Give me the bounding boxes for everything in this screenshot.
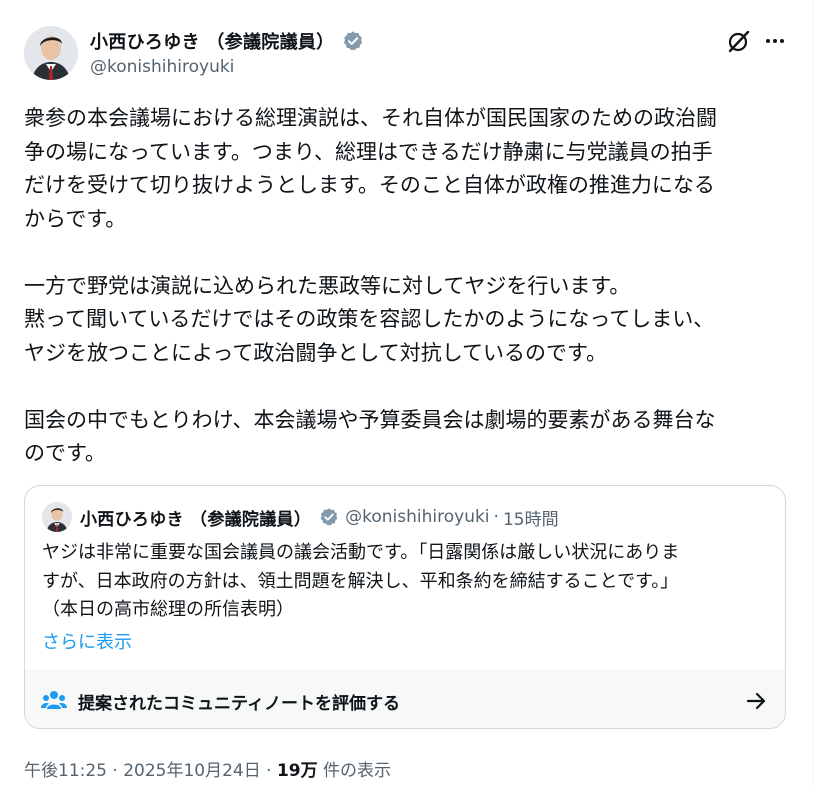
quoted-author-handle: @konishihiroyuki bbox=[345, 507, 490, 527]
quoted-post-time[interactable]: 15時間 bbox=[503, 505, 559, 530]
quoted-separator: · bbox=[493, 507, 499, 527]
post-date[interactable]: 2025年10月24日 bbox=[123, 761, 261, 781]
quoted-author-avatar-image bbox=[42, 502, 72, 532]
grok-button[interactable] bbox=[726, 28, 752, 54]
author-display-name[interactable]: 小西ひろゆき （参議院議員） bbox=[90, 28, 334, 54]
post-paragraph-3: 国会の中でもとりわけ、本会議場や予算委員会は劇場的要素がある舞台な のです。 bbox=[24, 407, 716, 466]
quoted-author-avatar bbox=[42, 502, 72, 532]
community-note-button[interactable]: 提案されたコミュニティノートを評価する bbox=[25, 670, 785, 728]
grok-icon bbox=[728, 30, 750, 53]
views-label: 件の表示 bbox=[323, 761, 392, 781]
meta-separator-2: · bbox=[266, 761, 272, 781]
more-icon[interactable] bbox=[762, 28, 788, 54]
quoted-author-name: 小西ひろゆき （参議院議員） bbox=[80, 509, 312, 530]
verified-badge-icon bbox=[320, 508, 338, 526]
quoted-post-header: 小西ひろゆき （参議院議員） @konishihiroyuki · 15時間 bbox=[42, 502, 559, 532]
post-paragraph-2: 一方で野党は演説に込められた悪政等に対してヤジを行います。 黙って聞いているだけ… bbox=[24, 273, 715, 365]
post-paragraph-1: 衆参の本会議場における総理演説は、それ自体が国民国家のための政治闘 争の場になっ… bbox=[24, 106, 717, 231]
author-avatar[interactable] bbox=[24, 26, 78, 80]
post-meta: 午後11:25 · 2025年10月24日 · 19万 件の表示 bbox=[24, 756, 391, 781]
community-note-label: 提案されたコミュニティノートを評価する bbox=[78, 694, 400, 714]
people-icon bbox=[41, 691, 67, 709]
author-name-row: 小西ひろゆき （参議院議員） bbox=[90, 28, 364, 54]
author-avatar-image bbox=[24, 26, 78, 80]
author-handle[interactable]: @konishihiroyuki bbox=[90, 57, 234, 77]
quoted-post-card[interactable]: 小西ひろゆき （参議院議員） @konishihiroyuki · 15時間 ヤ… bbox=[24, 485, 786, 729]
post-text: 衆参の本会議場における総理演説は、それ自体が国民国家のための政治闘 争の場になっ… bbox=[24, 102, 794, 471]
views-count[interactable]: 19万 bbox=[277, 761, 318, 781]
arrow-right-icon bbox=[746, 692, 766, 710]
verified-badge-icon[interactable] bbox=[342, 30, 364, 52]
meta-separator: · bbox=[112, 761, 118, 781]
show-more-link[interactable]: さらに表示 bbox=[42, 628, 132, 654]
quoted-post-text: ヤジは非常に重要な国会議員の議会活動です。「日露関係は厳しい状況にありま すが、… bbox=[42, 542, 680, 620]
post-time[interactable]: 午後11:25 bbox=[24, 761, 107, 781]
